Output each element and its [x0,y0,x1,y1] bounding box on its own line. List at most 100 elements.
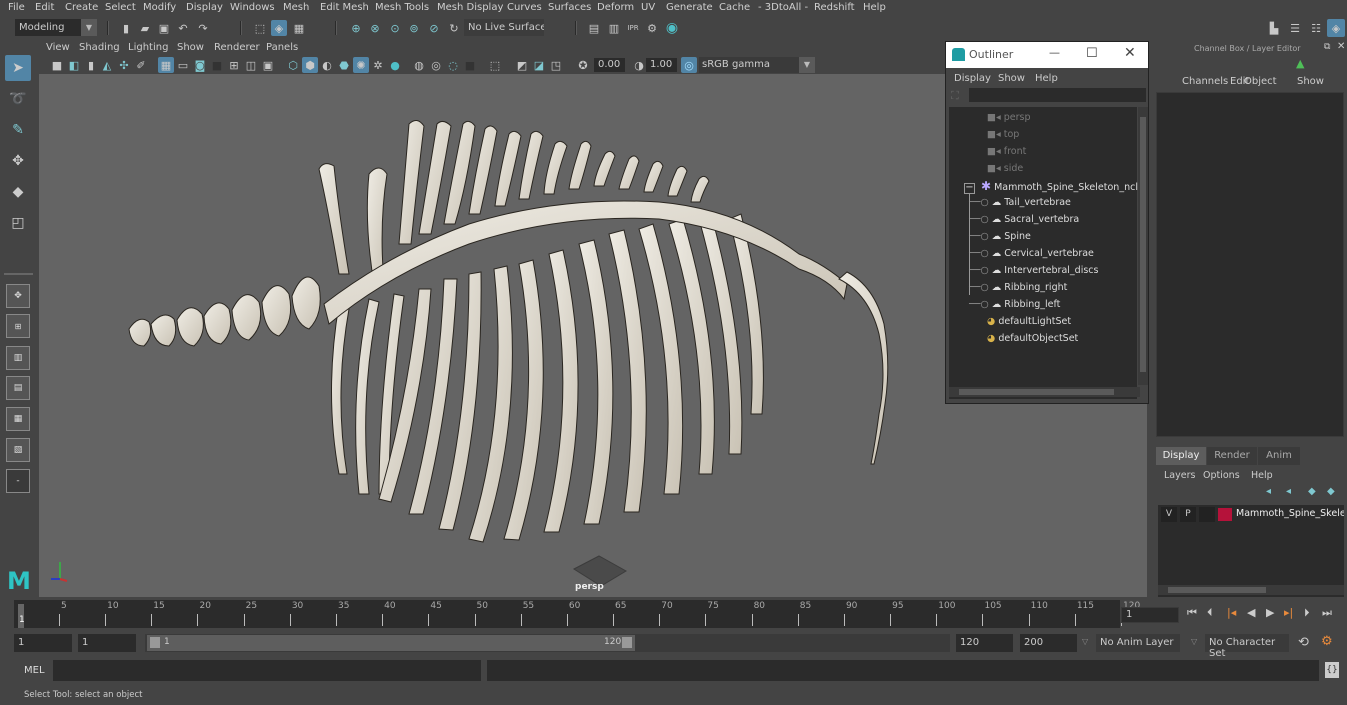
save-scene-icon[interactable]: ▣ [156,20,172,36]
outliner-item-default-light-set[interactable]: ◕ defaultLightSet [987,314,1071,330]
select-tool-icon[interactable]: ➤ [5,55,31,81]
gamma-icon[interactable]: ◑ [631,57,647,73]
viewport-menu-shading[interactable]: Shading [79,42,120,53]
safe-action-icon[interactable]: ◫ [243,57,259,73]
multisample-aa-icon[interactable]: ◌ [445,57,461,73]
select-by-component-icon[interactable]: ▦ [291,20,307,36]
play-forwards-button[interactable]: ▶ [1266,606,1274,619]
depth-of-field-icon[interactable]: ■ [462,57,478,73]
anim-layer-chevron-icon[interactable]: ▽ [1082,637,1088,646]
step-back-key-button[interactable]: |◂ [1227,606,1236,619]
range-start-grip[interactable] [150,637,160,648]
time-slider[interactable]: 1 5 10 15 20 25 30 35 40 45 50 55 60 65 70 75 80 85 90 95 1… [0,598,1347,630]
maximize-button[interactable]: ☐ [1086,46,1098,61]
move-tool-icon[interactable]: ✥ [5,148,31,174]
menu-mesh-tools[interactable]: Mesh Tools [375,2,429,13]
menu-curves[interactable]: Curves [507,2,542,13]
xray-joints-icon[interactable]: ◪ [531,57,547,73]
layer-color-swatch[interactable] [1218,508,1232,521]
attribute-editor-icon[interactable]: ☰ [1287,20,1303,36]
select-by-hierarchy-icon[interactable]: ⬚ [252,20,268,36]
modeling-toolkit-icon[interactable]: ▙ [1266,20,1282,36]
menu-mesh[interactable]: Mesh [283,2,309,13]
select-by-object-icon[interactable]: ◈ [271,20,287,36]
render-current-frame-icon[interactable]: ▥ [606,20,622,36]
outliner-item-root[interactable]: − ✱ Mammoth_Spine_Skeleton_ncl1 [964,178,1144,194]
auto-key-icon[interactable]: ⟲ [1298,635,1309,650]
layer-horizontal-scrollbar[interactable] [1158,585,1344,595]
layer-playback-toggle[interactable]: P [1180,507,1196,522]
menu-file[interactable]: File [8,2,25,13]
viewport-menu-panels[interactable]: Panels [266,42,298,53]
exposure-icon[interactable]: ✪ [575,57,591,73]
smooth-shade-icon[interactable]: ⬢ [302,57,318,73]
use-default-material-icon[interactable]: ◐ [319,57,335,73]
channel-menu-channels[interactable]: Channels [1182,76,1228,87]
redo-icon[interactable]: ↷ [195,20,211,36]
textured-icon[interactable]: ✺ [353,57,369,73]
channel-box-toggle-icon[interactable]: ◈ [1327,19,1345,37]
wireframe-icon[interactable]: ⬡ [285,57,301,73]
snap-grid-icon[interactable]: ⊕ [348,20,364,36]
menu-surfaces[interactable]: Surfaces [548,2,591,13]
menu-mesh-display[interactable]: Mesh Display [437,2,503,13]
ipr-render-icon[interactable]: IPR [625,20,641,36]
menu-windows[interactable]: Windows [230,2,275,13]
new-scene-icon[interactable]: ▮ [118,20,134,36]
motion-blur-icon[interactable]: ◎ [428,57,444,73]
layer-display-type-toggle[interactable] [1199,507,1215,522]
layer-menu-options[interactable]: Options [1203,470,1240,481]
rotate-tool-icon[interactable]: ◆ [5,179,31,205]
snap-curve-icon[interactable]: ⊗ [367,20,383,36]
close-panel-icon[interactable]: ✕ [1337,41,1345,52]
grid-icon[interactable]: ▦ [158,57,174,73]
single-perspective-layout-icon[interactable]: ✥ [6,284,30,308]
outliner-item-ribbing-right[interactable]: ──○ ☁ Ribbing_right [969,280,1067,296]
menu-cache[interactable]: Cache [719,2,750,13]
color-management-icon[interactable]: ◎ [681,57,697,73]
animation-start-field[interactable]: 1 [14,634,72,652]
menu-deform[interactable]: Deform [597,2,634,13]
go-to-end-button[interactable]: ⏭ [1322,606,1332,620]
outliner-item-persp[interactable]: ■◂ persp [987,110,1031,126]
current-frame-field[interactable]: 1 [1121,607,1179,623]
snap-point-icon[interactable]: ⊙ [387,20,403,36]
menu-uv[interactable]: UV [641,2,655,13]
field-chart-icon[interactable]: ⊞ [226,57,242,73]
new-layer-icon[interactable]: ◆ [1308,486,1316,497]
menu-edit[interactable]: Edit [35,2,54,13]
scale-tool-icon[interactable]: ◰ [5,210,31,236]
tab-anim[interactable]: Anim [1258,447,1300,465]
grease-pencil-icon[interactable]: ✐ [133,57,149,73]
outliner-item-sacral-vertebra[interactable]: ──○ ☁ Sacral_vertebra [969,212,1079,228]
hypershade-icon[interactable]: ◉ [664,20,680,36]
custom-layout-icon[interactable]: - [6,469,30,493]
go-to-start-button[interactable]: ⏮ [1187,606,1197,620]
float-panel-icon[interactable]: ⧉ [1324,42,1330,52]
paint-select-tool-icon[interactable]: ✎ [5,117,31,143]
viewport-menu-lighting[interactable]: Lighting [128,42,168,53]
outliner-search-input[interactable] [969,88,1146,102]
playback-start-field[interactable]: 1 [78,634,136,652]
outliner-item-default-object-set[interactable]: ◕ defaultObjectSet [987,331,1078,347]
viewport-menu-renderer[interactable]: Renderer [214,42,260,53]
command-input[interactable] [53,660,481,681]
resolution-gate-icon[interactable]: ◙ [192,57,208,73]
camera-attributes-icon[interactable]: ◧ [66,57,82,73]
filter-icon[interactable]: ⛶ [951,89,959,103]
xray-components-icon[interactable]: ◳ [548,57,564,73]
menu-display[interactable]: Display [186,2,223,13]
menu-modify[interactable]: Modify [143,2,176,13]
gamma-field[interactable]: 1.00 [646,58,677,72]
outliner-item-spine[interactable]: ──○ ☁ Spine [969,229,1031,245]
horizontal-scrollbar[interactable] [949,387,1140,397]
anim-layer-dropdown[interactable]: No Anim Layer [1096,634,1180,652]
viewport-menu-view[interactable]: View [46,42,70,53]
wireframe-on-shaded-icon[interactable]: ⬣ [336,57,352,73]
move-layer-up-icon[interactable]: ◂ [1266,486,1271,497]
script-editor-icon[interactable]: {} [1325,662,1339,678]
film-gate-icon[interactable]: ▭ [175,57,191,73]
persp-graph-layout-icon[interactable]: ▤ [6,376,30,400]
shadows-icon[interactable]: ● [387,57,403,73]
outliner-item-front[interactable]: ■◂ front [987,144,1026,160]
